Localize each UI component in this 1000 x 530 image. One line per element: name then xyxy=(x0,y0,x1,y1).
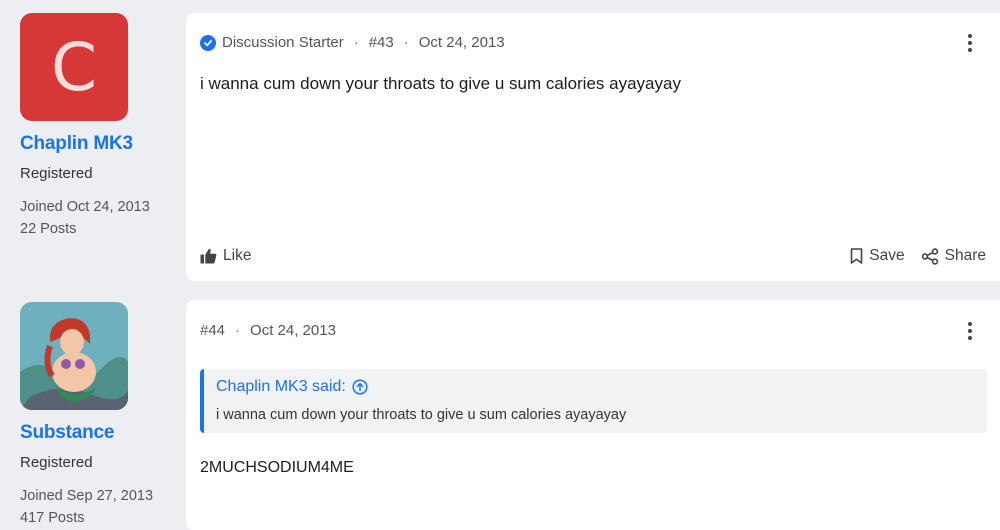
user-role: Registered xyxy=(20,454,93,471)
share-button[interactable]: Share xyxy=(921,247,986,265)
quote-author-link[interactable]: Chaplin MK3 said: xyxy=(216,378,368,396)
post-author: C Chaplin MK3 Registered Joined Oct 24, … xyxy=(20,13,180,240)
avatar[interactable] xyxy=(20,302,128,410)
quote-text: i wanna cum down your throats to give u … xyxy=(216,407,627,423)
bookmark-icon xyxy=(850,248,863,264)
save-button[interactable]: Save xyxy=(850,247,905,265)
post-header: #44 · Oct 24, 2013 xyxy=(200,319,980,341)
post-43: C Chaplin MK3 Registered Joined Oct 24, … xyxy=(0,0,1000,285)
separator-dot: · xyxy=(235,322,241,339)
thumbs-up-icon xyxy=(200,248,217,264)
post-count: 22 Posts xyxy=(20,221,77,237)
arrow-up-circle-icon xyxy=(352,379,368,395)
post-number-link[interactable]: #44 xyxy=(200,322,225,339)
post-actions: Like Save Share xyxy=(200,247,986,265)
quote-block: Chaplin MK3 said: i wanna cum down your … xyxy=(200,369,987,433)
post-body: i wanna cum down your throats to give u … xyxy=(200,74,681,93)
joined-date: Joined Sep 27, 2013 xyxy=(20,488,154,504)
user-role: Registered xyxy=(20,165,93,182)
share-label: Share xyxy=(944,247,986,264)
like-label: Like xyxy=(223,247,252,264)
post-number-link[interactable]: #43 xyxy=(369,34,394,51)
post-card: Discussion Starter · #43 · Oct 24, 2013 … xyxy=(186,13,1000,281)
like-button[interactable]: Like xyxy=(200,247,251,265)
share-icon xyxy=(921,247,938,265)
verified-check-icon xyxy=(200,34,216,51)
joined-date: Joined Oct 24, 2013 xyxy=(20,199,150,215)
post-44: Substance Registered Joined Sep 27, 2013… xyxy=(0,300,1000,530)
more-options-icon[interactable] xyxy=(960,319,980,341)
post-author: Substance Registered Joined Sep 27, 2013… xyxy=(20,302,180,529)
discussion-starter-badge: Discussion Starter xyxy=(222,34,344,51)
post-header: Discussion Starter · #43 · Oct 24, 2013 xyxy=(200,31,980,53)
post-count: 417 Posts xyxy=(20,510,85,526)
avatar[interactable]: C xyxy=(20,13,128,121)
separator-dot: · xyxy=(353,34,359,51)
more-options-icon[interactable] xyxy=(960,31,980,53)
username-link[interactable]: Substance xyxy=(20,422,180,444)
post-card: #44 · Oct 24, 2013 Chaplin MK3 said: i w… xyxy=(186,300,1000,530)
separator-dot: · xyxy=(403,34,409,51)
post-body: 2MUCHSODIUM4ME xyxy=(200,459,354,476)
username-link[interactable]: Chaplin MK3 xyxy=(20,133,180,155)
quote-author-label: Chaplin MK3 said: xyxy=(216,378,346,395)
avatar-image xyxy=(20,302,128,410)
post-date[interactable]: Oct 24, 2013 xyxy=(250,322,336,339)
post-date[interactable]: Oct 24, 2013 xyxy=(419,34,505,51)
post-actions-right: Save Share xyxy=(850,247,986,265)
save-label: Save xyxy=(869,247,905,264)
